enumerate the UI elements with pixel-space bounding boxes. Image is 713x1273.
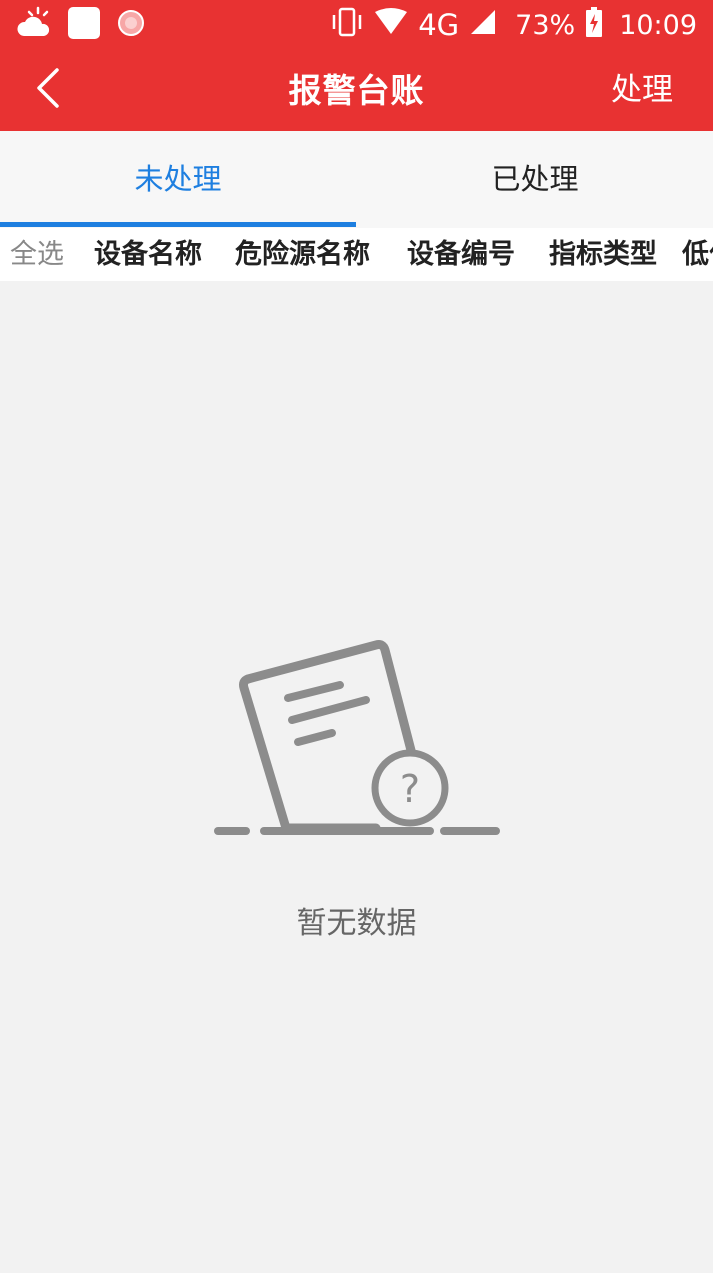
tab-processed[interactable]: 已处理 [357,131,713,228]
empty-document-icon: ? [208,636,508,846]
circle-notification-icon [116,8,146,42]
column-header-device-name: 设备名称 [94,239,202,270]
column-header-low-level: 低位 [682,239,713,270]
svg-text:?: ? [400,767,420,811]
status-bar: 4G 73% 10:09 [0,0,713,50]
app-root: 4G 73% 10:09 报警台账 处理 未处理 已处理 全选 设备名称 危险源… [0,0,713,1273]
process-button[interactable]: 处理 [611,50,673,131]
battery-charging-icon [585,6,603,45]
column-header-device-number: 设备编号 [407,239,515,270]
wifi-icon [374,7,408,43]
column-header-hazard-name: 危险源名称 [235,239,370,270]
column-header-indicator-type: 指标类型 [549,239,657,270]
table-header: 全选 设备名称 危险源名称 设备编号 指标类型 低位 [0,228,713,281]
signal-icon [469,8,497,43]
weather-icon [16,6,52,44]
network-type: 4G [418,8,460,42]
page-title: 报警台账 [288,71,425,110]
battery-percent: 73% [515,9,576,41]
clock: 10:09 [619,9,697,41]
select-all-button[interactable]: 全选 [10,228,64,281]
title-bar: 报警台账 处理 [0,50,713,131]
status-left-icons [16,6,146,44]
empty-state-message: 暂无数据 [296,906,417,941]
square-notification-icon [66,5,102,45]
tab-active-indicator [0,222,356,227]
tab-bar: 未处理 已处理 [0,131,713,228]
status-right-icons: 4G 73% 10:09 [330,6,697,44]
vibrate-icon [330,7,364,44]
tab-unprocessed[interactable]: 未处理 [0,131,356,228]
header: 4G 73% 10:09 报警台账 处理 [0,0,713,131]
